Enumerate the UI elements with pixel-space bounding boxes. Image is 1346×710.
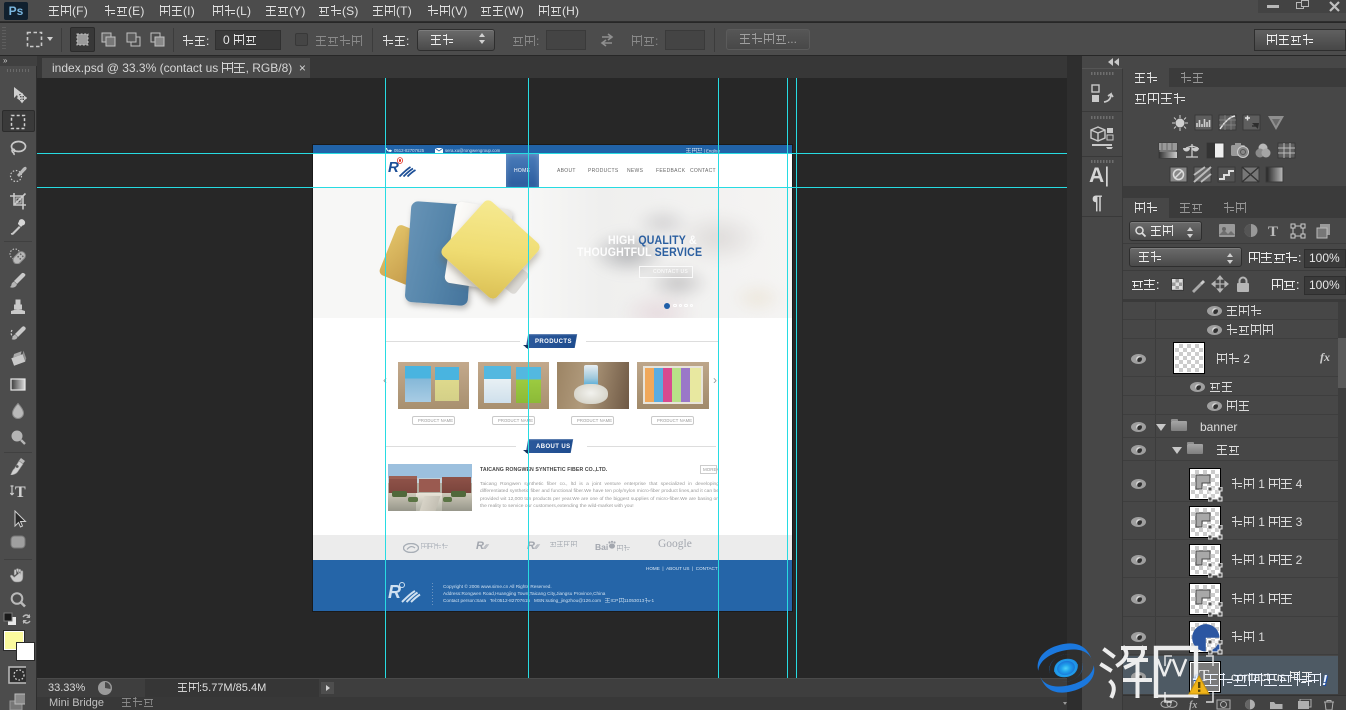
svg-text:T: T <box>15 484 26 501</box>
svg-text:T: T <box>1268 224 1278 240</box>
